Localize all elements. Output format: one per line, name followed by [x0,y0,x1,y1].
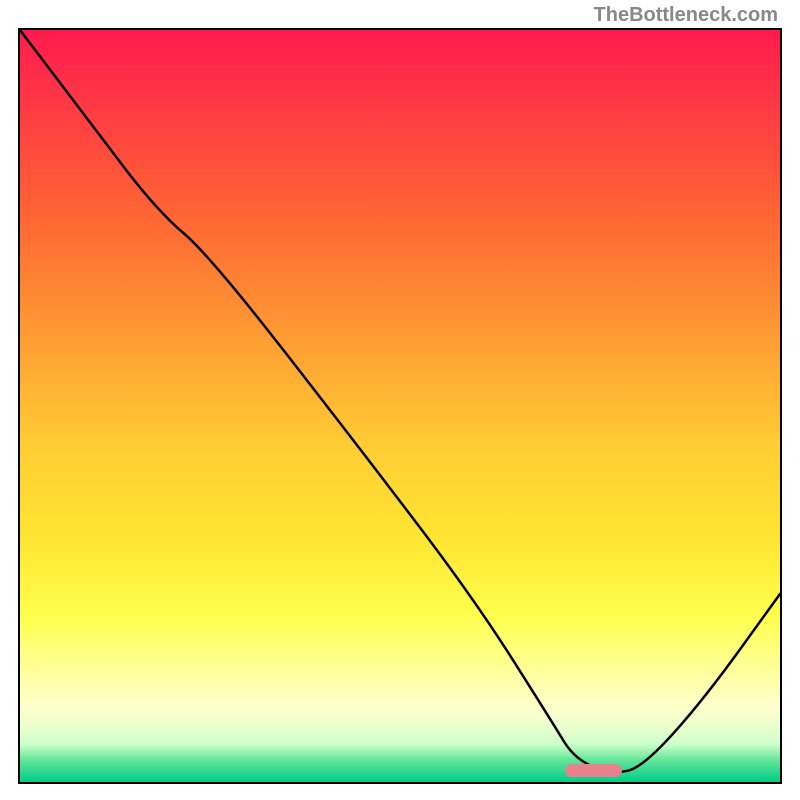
watermark-text: TheBottleneck.com [594,4,778,27]
chart-marker-pill [565,764,622,778]
chart-area [18,28,782,784]
chart-line [20,30,780,782]
